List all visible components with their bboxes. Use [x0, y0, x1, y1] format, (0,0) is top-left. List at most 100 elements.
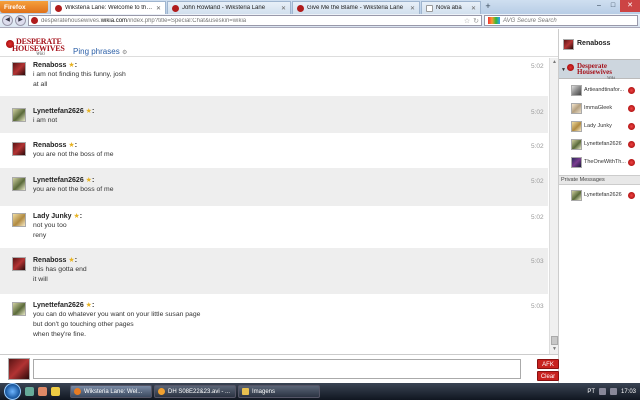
- star-icon: ★: [68, 257, 75, 264]
- new-tab-button[interactable]: +: [482, 0, 494, 14]
- wiki-favicon-icon: [55, 4, 62, 12]
- volume-icon[interactable]: [609, 388, 617, 395]
- user-list-item[interactable]: TheOneWithTh...: [559, 155, 640, 170]
- close-tab-icon[interactable]: ✕: [281, 5, 286, 12]
- avatar[interactable]: [12, 62, 26, 76]
- wiki-favicon-icon: [297, 4, 304, 12]
- folder-icon: [242, 388, 249, 395]
- star-icon: ★: [68, 62, 75, 69]
- chat-message: Lynettefan2626 ★: i am not 5:02: [0, 96, 548, 133]
- user-list-item[interactable]: Lynettefan2626: [559, 137, 640, 152]
- blank-page-icon: [426, 4, 433, 12]
- avatar: [563, 39, 574, 50]
- user-list-item[interactable]: ImmaGleek: [559, 101, 640, 116]
- room-header[interactable]: ▼ Desperate Housewives Wiki: [559, 59, 640, 80]
- message-input[interactable]: [33, 359, 521, 379]
- tab-wiksteria-lane-chat[interactable]: Wiksteria Lane: Welcome to the Wikst... …: [50, 1, 166, 14]
- gear-icon: ⚙: [121, 50, 128, 56]
- scroll-up-icon[interactable]: ▲: [551, 59, 558, 66]
- ping-phrases-link[interactable]: Ping phrases ⚙: [73, 47, 127, 56]
- close-tab-icon[interactable]: ✕: [410, 5, 415, 12]
- avatar: [571, 121, 582, 132]
- wiki-badge-icon: [628, 141, 635, 148]
- avatar: [571, 103, 582, 114]
- folder-quicklaunch-icon[interactable]: [51, 387, 60, 396]
- chat-message: Lynettefan2626 ★: you can do whatever yo…: [0, 294, 548, 354]
- vlc-icon: [158, 388, 165, 395]
- site-identity-icon[interactable]: [31, 17, 38, 24]
- avatar[interactable]: [12, 213, 26, 227]
- scrollbar-thumb[interactable]: [551, 336, 558, 345]
- close-tab-icon[interactable]: ✕: [471, 5, 476, 12]
- wiki-badge-icon: [628, 123, 635, 130]
- tab-nova-aba[interactable]: Nova aba ✕: [421, 1, 481, 14]
- firefox-icon: [74, 388, 81, 395]
- bookmark-star-icon[interactable]: ☆: [464, 17, 470, 25]
- chat-header: DESPERATE HOUSEWIVES Wiki Ping phrases ⚙: [0, 29, 558, 57]
- taskbar-item-video[interactable]: DH S08E22&23.avi - ...: [154, 385, 236, 398]
- search-bar[interactable]: AVG Secure Search: [484, 15, 638, 26]
- wiki-logo[interactable]: DESPERATE HOUSEWIVES Wiki: [6, 38, 68, 57]
- network-icon[interactable]: [598, 388, 606, 395]
- taskbar-item-imagens[interactable]: Imagens: [238, 385, 320, 398]
- wiki-badge-icon: [628, 159, 635, 166]
- show-desktop-icon[interactable]: [25, 387, 34, 396]
- avatar[interactable]: [12, 108, 26, 122]
- room-logo: Desperate Housewives Wiki: [567, 63, 637, 80]
- collapse-triangle-icon[interactable]: ▼: [561, 67, 566, 73]
- back-arrow-icon[interactable]: ◀: [2, 15, 13, 26]
- flower-icon: [567, 64, 574, 71]
- flower-icon: [6, 40, 14, 48]
- star-icon: ★: [85, 302, 92, 309]
- url-text: desperatehousewives.wikia.com/index.php?…: [41, 17, 247, 24]
- search-placeholder: AVG Secure Search: [503, 17, 557, 24]
- afk-button[interactable]: AFK: [537, 359, 559, 369]
- avatar[interactable]: [12, 177, 26, 191]
- chat-message: Renaboss ★: i am not finding this funny,…: [0, 58, 548, 96]
- tab-give-me-the-blame[interactable]: Give Me the Blame - Wiksteria Lane ✕: [292, 1, 420, 14]
- private-messages-header: Private Messages: [559, 175, 640, 185]
- start-button[interactable]: [4, 383, 21, 400]
- chat-input-area: AFK Clear: [0, 354, 559, 383]
- chat-scrollbar[interactable]: ▲ ▼: [549, 58, 558, 354]
- avg-logo-icon: [488, 17, 500, 24]
- close-window-icon[interactable]: ✕: [620, 0, 640, 12]
- maximize-icon[interactable]: □: [606, 0, 620, 12]
- user-list-item[interactable]: Artieandtinafor...: [559, 83, 640, 98]
- tab-john-rowland[interactable]: John Rowland - Wiksteria Lane ✕: [167, 1, 291, 14]
- browser-tab-bar: Firefox Wiksteria Lane: Welcome to the W…: [0, 0, 640, 14]
- scroll-down-icon[interactable]: ▼: [551, 346, 558, 353]
- clear-button[interactable]: Clear: [537, 371, 559, 381]
- chat-message-list[interactable]: Renaboss ★: i am not finding this funny,…: [0, 58, 558, 354]
- chat-sidebar: Renaboss ▼ Desperate Housewives Wiki Art…: [558, 29, 640, 383]
- firefox-menu-button[interactable]: Firefox: [0, 1, 48, 13]
- avatar[interactable]: [12, 142, 26, 156]
- address-bar[interactable]: desperatehousewives.wikia.com/index.php?…: [28, 15, 482, 26]
- avatar[interactable]: [12, 302, 26, 316]
- wiki-badge-icon: [628, 192, 635, 199]
- user-list-item[interactable]: Lady Junky: [559, 119, 640, 134]
- window-controls: – □ ✕: [592, 0, 640, 14]
- star-icon: ★: [85, 108, 92, 115]
- avatar[interactable]: [12, 257, 26, 271]
- star-icon: ★: [68, 142, 75, 149]
- forward-arrow-icon[interactable]: ▶: [15, 15, 26, 26]
- avatar: [571, 85, 582, 96]
- clock[interactable]: 17:03: [621, 389, 636, 395]
- chat-message: Renaboss ★: you are not the boss of me 5…: [0, 133, 548, 168]
- star-icon: ★: [85, 177, 92, 184]
- self-user[interactable]: Renaboss: [559, 29, 640, 58]
- avatar: [571, 190, 582, 201]
- language-indicator[interactable]: PT: [587, 389, 595, 395]
- chat-message: Renaboss ★: this has gotta end it will 5:…: [0, 248, 548, 294]
- firefox-quicklaunch-icon[interactable]: [38, 387, 47, 396]
- close-tab-icon[interactable]: ✕: [156, 5, 161, 12]
- browser-nav-bar: ◀ ▶ desperatehousewives.wikia.com/index.…: [0, 14, 640, 28]
- private-message-item[interactable]: Lynettefan2626: [559, 188, 640, 203]
- avatar: [8, 358, 30, 380]
- minimize-icon[interactable]: –: [592, 0, 606, 12]
- avatar: [571, 157, 582, 168]
- reload-icon[interactable]: ↻: [473, 17, 479, 25]
- taskbar-item-firefox[interactable]: Wiksteria Lane: Wel...: [70, 385, 152, 398]
- system-tray: PT 17:03: [587, 388, 640, 395]
